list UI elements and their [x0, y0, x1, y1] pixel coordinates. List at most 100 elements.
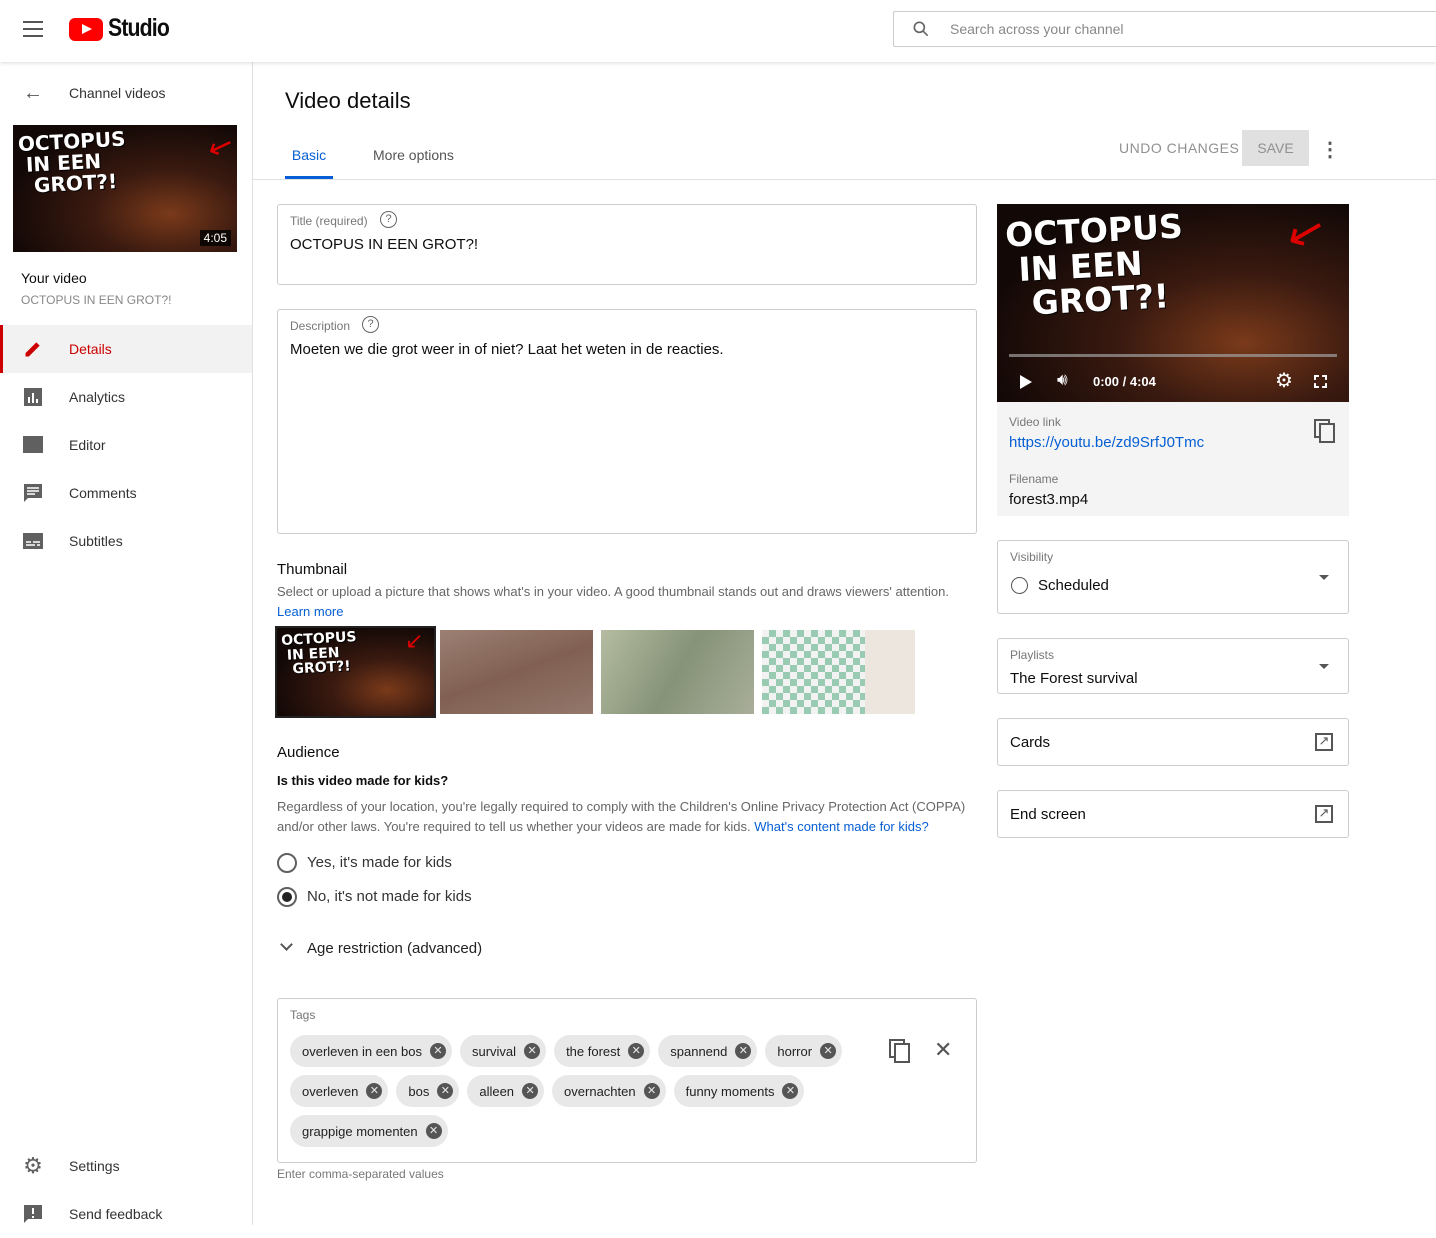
player-title-art: OCTOPUS IN EEN GROT?! — [1004, 206, 1184, 324]
thumbnail-help: Select or upload a picture that shows wh… — [277, 584, 949, 599]
tag-chip: overleven ✕ — [290, 1075, 389, 1107]
tag-chip: funny moments ✕ — [673, 1075, 805, 1107]
remove-tag-icon[interactable]: ✕ — [643, 1083, 660, 1099]
title-field[interactable]: Title (required) ? OCTOPUS IN EEN GROT?! — [277, 204, 977, 285]
thumbnail-option-2[interactable] — [440, 630, 593, 714]
remove-tag-icon[interactable]: ✕ — [628, 1043, 645, 1059]
studio-logo-text: Studio — [108, 14, 170, 42]
sidebar-item-label: Details — [69, 341, 112, 357]
progress-bar[interactable] — [1009, 354, 1337, 357]
radio-not-made-for-kids[interactable]: No, it's not made for kids — [277, 887, 472, 907]
help-icon[interactable]: ? — [362, 316, 379, 333]
play-icon[interactable] — [1020, 375, 1032, 389]
your-video-label: Your video — [21, 270, 87, 286]
learn-more-link[interactable]: Learn more — [277, 604, 343, 619]
video-link[interactable]: https://youtu.be/zd9SrfJ0Tmc — [1009, 434, 1204, 451]
remove-tag-icon[interactable]: ✕ — [524, 1043, 541, 1059]
radio-yes-made-for-kids[interactable]: Yes, it's made for kids — [277, 853, 452, 873]
clear-tags-icon[interactable]: ✕ — [934, 1037, 952, 1063]
audience-help: Regardless of your location, you're lega… — [277, 797, 967, 837]
back-to-channel-videos[interactable]: ← Channel videos — [0, 69, 252, 117]
age-restriction-label: Age restriction (advanced) — [307, 940, 483, 957]
remove-tag-icon[interactable]: ✕ — [425, 1123, 442, 1139]
open-external-icon: ↗ — [1315, 805, 1333, 823]
remove-tag-icon[interactable]: ✕ — [429, 1043, 446, 1059]
tab-basic[interactable]: Basic — [285, 136, 333, 179]
sidebar-item-label: Settings — [69, 1158, 120, 1174]
sidebar-item-label: Subtitles — [69, 533, 123, 549]
end-screen-button[interactable]: End screen ↗ — [997, 790, 1349, 838]
visibility-label: Visibility — [1010, 550, 1054, 564]
search-placeholder: Search across your channel — [950, 21, 1124, 37]
tag-label: overleven in een bos — [302, 1043, 422, 1059]
sidebar-item-settings[interactable]: ⚙ Settings — [0, 1142, 252, 1190]
save-button[interactable]: SAVE — [1242, 130, 1309, 166]
description-label: Description — [290, 319, 351, 333]
analytics-icon — [23, 387, 43, 407]
sidebar-video-thumbnail[interactable]: OCTOPUS IN EEN GROT?! ↙ 4:05 — [13, 125, 237, 252]
playlists-dropdown[interactable]: Playlists The Forest survival — [997, 638, 1349, 694]
subtitles-icon — [23, 531, 43, 551]
made-for-kids-link[interactable]: What's content made for kids? — [754, 819, 928, 834]
sidebar-item-send-feedback[interactable]: Send feedback — [0, 1190, 252, 1238]
search-input[interactable]: Search across your channel — [893, 11, 1436, 47]
sidebar-item-subtitles[interactable]: Subtitles — [0, 517, 252, 565]
remove-tag-icon[interactable]: ✕ — [437, 1083, 454, 1099]
tab-label: More options — [373, 147, 454, 163]
sidebar-item-analytics[interactable]: Analytics — [0, 373, 252, 421]
tags-hint: Enter comma-separated values — [277, 1167, 444, 1181]
sidebar-item-editor[interactable]: Editor — [0, 421, 252, 469]
visibility-dropdown[interactable]: Visibility Scheduled — [997, 540, 1349, 614]
duration-badge: 4:05 — [199, 230, 231, 246]
remove-tag-icon[interactable]: ✕ — [820, 1043, 837, 1059]
thumbnail-option-4[interactable] — [762, 630, 915, 714]
red-arrow-icon: ↙ — [203, 126, 237, 167]
copy-icon[interactable] — [1314, 419, 1336, 443]
sidebar-item-label: Analytics — [69, 389, 126, 405]
radio-button[interactable] — [277, 853, 297, 873]
tag-label: overnachten — [564, 1083, 636, 1099]
remove-tag-icon[interactable]: ✕ — [366, 1083, 383, 1099]
tag-label: alleen — [479, 1083, 515, 1099]
more-vert-icon[interactable]: ⋮ — [1320, 137, 1340, 162]
tag-label: the forest — [566, 1043, 621, 1059]
tag-chip: overnachten ✕ — [552, 1075, 666, 1107]
tag-label: grappige momenten — [302, 1123, 418, 1139]
volume-icon[interactable]: 🔊︎ — [1057, 370, 1068, 390]
filename-label: Filename — [1009, 472, 1059, 486]
description-input[interactable]: Moeten we die grot weer in of niet? Laat… — [290, 341, 724, 358]
sidebar-item-comments[interactable]: Comments — [0, 469, 252, 517]
help-icon[interactable]: ? — [380, 211, 397, 228]
settings-gear-icon[interactable]: ⚙ — [1275, 368, 1293, 393]
remove-tag-icon[interactable]: ✕ — [735, 1043, 752, 1059]
video-player[interactable]: OCTOPUS IN EEN GROT?! ↙ 🔊︎ 0:00 / 4:04 ⚙ — [997, 204, 1349, 402]
thumbnail-option-selected[interactable]: OCTOPUS IN EEN GROT?! ↙ — [275, 626, 436, 718]
sidebar-item-details[interactable]: Details — [0, 325, 252, 373]
undo-changes-button[interactable]: UNDO CHANGES — [1119, 140, 1239, 156]
thumbnail-title-art: OCTOPUS IN EEN GROT?! — [17, 126, 127, 199]
fullscreen-icon[interactable] — [1314, 375, 1327, 388]
radio-label: No, it's not made for kids — [307, 887, 472, 905]
copy-icon[interactable] — [889, 1039, 911, 1063]
tags-field[interactable]: Tags overleven in een bos ✕ survival ✕ the f… — [277, 998, 977, 1163]
radio-button[interactable] — [277, 887, 297, 907]
gear-icon: ⚙ — [23, 1153, 43, 1178]
tag-label: horror — [777, 1043, 813, 1059]
cards-button[interactable]: Cards ↗ — [997, 718, 1349, 766]
thumbnail-option-3[interactable] — [601, 630, 754, 714]
tag-label: funny moments — [685, 1083, 775, 1099]
age-restriction-toggle[interactable]: Age restriction (advanced) — [280, 938, 483, 957]
tag-chip: alleen ✕ — [467, 1075, 545, 1107]
feedback-icon — [23, 1204, 43, 1224]
tab-more-options[interactable]: More options — [373, 147, 454, 163]
remove-tag-icon[interactable]: ✕ — [522, 1083, 539, 1099]
description-field[interactable]: Description ? Moeten we die grot weer in… — [277, 309, 977, 534]
menu-icon[interactable] — [23, 21, 43, 37]
youtube-logo-icon[interactable] — [69, 18, 103, 41]
dropdown-arrow-icon — [1319, 664, 1329, 669]
remove-tag-icon[interactable]: ✕ — [782, 1083, 799, 1099]
video-info-panel: Video link https://youtu.be/zd9SrfJ0Tmc … — [997, 402, 1349, 516]
filename-value: forest3.mp4 — [1009, 491, 1089, 508]
tag-chips: overleven in een bos ✕ survival ✕ the forest… — [290, 1035, 870, 1155]
title-input[interactable]: OCTOPUS IN EEN GROT?! — [290, 236, 478, 253]
